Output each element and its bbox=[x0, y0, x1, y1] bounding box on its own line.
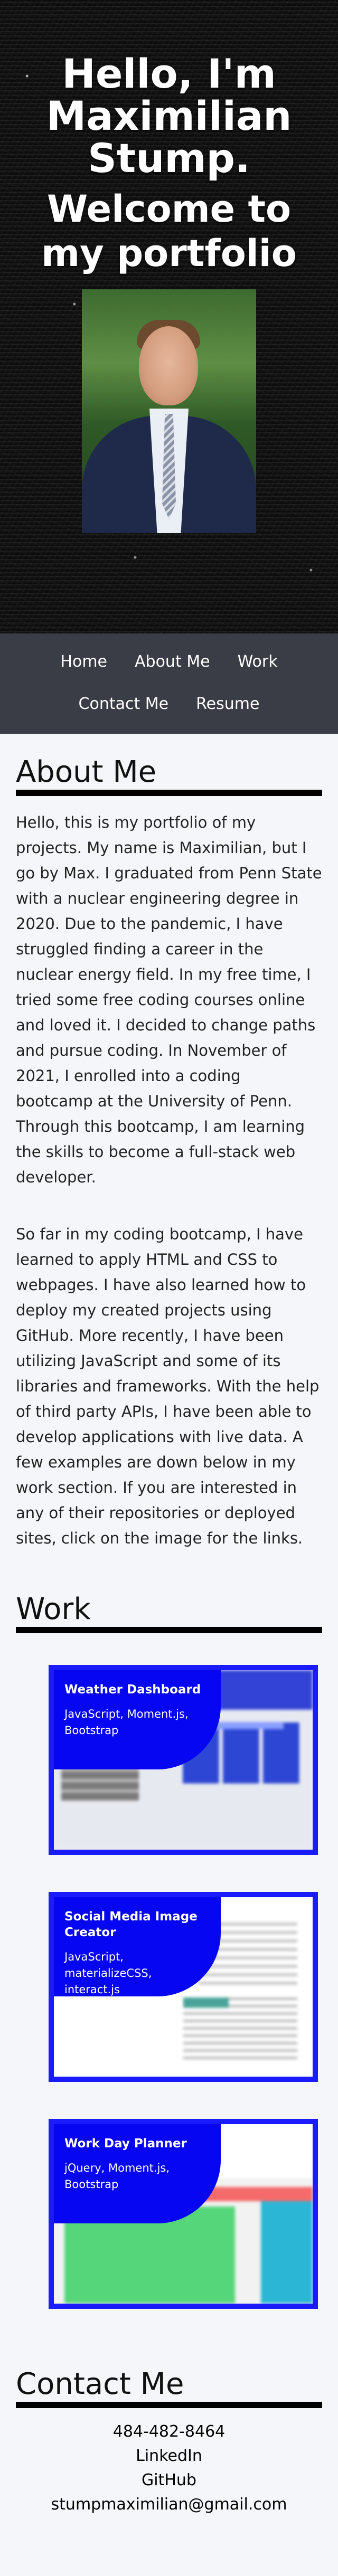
hero-greeting: Hello, I'm Maximilian Stump. bbox=[46, 50, 292, 182]
nav-home-link[interactable]: Home bbox=[46, 641, 121, 683]
nav-contact-link[interactable]: Contact Me bbox=[65, 683, 183, 725]
about-title: About Me bbox=[16, 755, 322, 796]
work-section: Work Weather Dashboard JavaScript, Momen… bbox=[0, 1551, 338, 2309]
about-section: About Me Hello, this is my portfolio of … bbox=[0, 734, 338, 1551]
main-nav: Home About Me Work Contact Me Resume bbox=[0, 633, 338, 734]
email-link[interactable]: stumpmaximilian@gmail.com bbox=[16, 2493, 322, 2517]
project-card: Social Media Image Creator JavaScript, m… bbox=[54, 1897, 221, 1996]
project-social-media-image-creator[interactable]: Social Media Image Creator JavaScript, m… bbox=[49, 1892, 318, 2082]
nav-resume-link[interactable]: Resume bbox=[182, 683, 273, 725]
nav-work-link[interactable]: Work bbox=[224, 641, 292, 683]
project-title: Weather Dashboard bbox=[64, 1683, 201, 1697]
about-paragraph-2: So far in my coding bootcamp, I have lea… bbox=[16, 1225, 320, 1547]
project-card: Work Day Planner jQuery, Moment.js, Boot… bbox=[54, 2124, 221, 2223]
project-card: Weather Dashboard JavaScript, Moment.js,… bbox=[54, 1670, 221, 1769]
contact-title: Contact Me bbox=[16, 2367, 322, 2408]
nav-about-link[interactable]: About Me bbox=[121, 641, 224, 683]
github-link[interactable]: GitHub bbox=[16, 2468, 322, 2493]
work-title: Work bbox=[16, 1592, 322, 1633]
project-title: Social Media Image Creator bbox=[64, 1910, 198, 1939]
project-title: Work Day Planner bbox=[64, 2137, 187, 2151]
project-weather-dashboard[interactable]: Weather Dashboard JavaScript, Moment.js,… bbox=[49, 1665, 318, 1855]
about-paragraph-1: Hello, this is my portfolio of my projec… bbox=[16, 813, 322, 1186]
project-work-day-planner[interactable]: Work Day Planner jQuery, Moment.js, Boot… bbox=[49, 2119, 318, 2309]
hero-welcome: Welcome to my portfolio bbox=[41, 187, 297, 275]
profile-photo bbox=[82, 289, 256, 533]
project-tech: JavaScript, Moment.js, Bootstrap bbox=[64, 1708, 189, 1737]
contact-phone: 484-482-8464 bbox=[112, 2422, 226, 2441]
linkedin-link[interactable]: LinkedIn bbox=[16, 2444, 322, 2468]
contact-section: Contact Me 484-482-8464 LinkedIn GitHub … bbox=[0, 2309, 338, 2538]
project-tech: jQuery, Moment.js, Bootstrap bbox=[64, 2162, 170, 2191]
hero-banner: Hello, I'm Maximilian Stump. Welcome to … bbox=[0, 0, 338, 633]
contact-list: 484-482-8464 LinkedIn GitHub stumpmaximi… bbox=[16, 2420, 322, 2517]
project-tech: JavaScript, materializeCSS, interact.js bbox=[64, 1950, 152, 1996]
